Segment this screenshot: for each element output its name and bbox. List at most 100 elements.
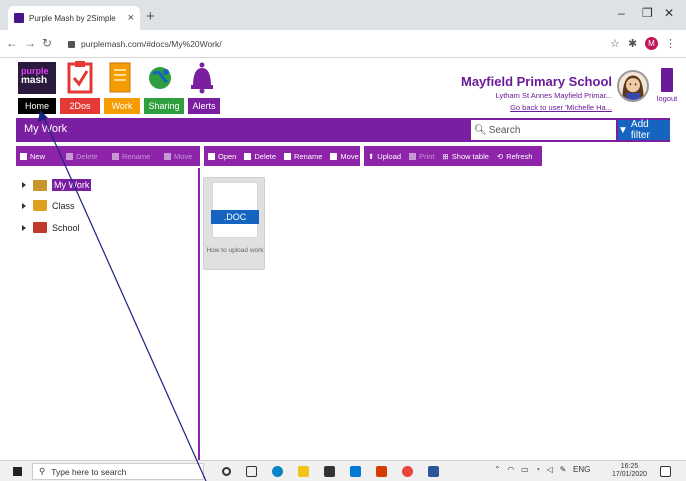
- class-folder-icon: [33, 200, 47, 211]
- back-to-user-link[interactable]: Go back to user 'Michelle Ha...: [461, 103, 612, 112]
- restore-icon[interactable]: ❐: [642, 6, 653, 20]
- nav-alerts-tab[interactable]: Alerts: [188, 98, 220, 114]
- expand-arrow-icon[interactable]: [22, 202, 26, 209]
- system-tray: ⌃ ◠ ▭ ◔ ◁ ✎ ENG: [494, 465, 590, 474]
- notifications-icon[interactable]: [660, 466, 671, 477]
- rename-file-label: Rename: [294, 151, 323, 161]
- file-actions-group: Open Delete Rename Move: [204, 146, 360, 166]
- upload-button[interactable]: ⬆ Upload: [364, 146, 405, 166]
- lock-icon: [68, 40, 75, 48]
- url-text: purplemash.com/#docs/My%20Work/: [81, 39, 222, 49]
- file-tile[interactable]: .DOC How to upload work: [203, 177, 265, 270]
- delete-file-button[interactable]: Delete: [240, 146, 280, 166]
- new-folder-icon: [20, 152, 27, 160]
- browser-tab-title: Purple Mash by 2Simple: [29, 13, 116, 23]
- task-view-icon[interactable]: [246, 466, 257, 477]
- word-icon[interactable]: [428, 466, 439, 477]
- tree-item-school[interactable]: School: [22, 222, 80, 233]
- mail-icon[interactable]: [350, 466, 361, 477]
- browser-tabstrip: Purple Mash by 2Simple × + – ❐ ✕: [0, 0, 686, 30]
- file-explorer-icon[interactable]: [298, 466, 309, 477]
- windows-start-icon[interactable]: [13, 467, 22, 476]
- school-info: Mayfield Primary School Lytham St Annes …: [461, 74, 612, 112]
- logout-button[interactable]: logout: [652, 68, 682, 103]
- doc-type-badge: .DOC: [211, 210, 259, 224]
- file-tools-group: ⬆ Upload Print ⊞ Show table ⟲ Refresh: [364, 146, 542, 166]
- tree-item-my-work[interactable]: My Work: [22, 179, 92, 191]
- minimize-icon[interactable]: –: [618, 6, 625, 20]
- address-bar[interactable]: purplemash.com/#docs/My%20Work/: [68, 35, 598, 53]
- show-table-button[interactable]: ⊞ Show table: [439, 146, 493, 166]
- edge-browser-icon[interactable]: [272, 466, 283, 477]
- move-file-label: Move: [340, 151, 359, 161]
- logout-label: logout: [656, 94, 678, 103]
- move-file-button[interactable]: Move: [326, 146, 362, 166]
- move-folder-button[interactable]: Move: [160, 146, 200, 166]
- open-label: Open: [218, 151, 237, 161]
- office-icon[interactable]: [376, 466, 387, 477]
- move-icon: [330, 152, 338, 160]
- print-button[interactable]: Print: [405, 146, 438, 166]
- document-icon: [208, 152, 215, 160]
- user-avatar[interactable]: [617, 70, 649, 102]
- folder-toolbar: New Delete Rename Move: [16, 146, 200, 166]
- search-input[interactable]: 🔍︎ Search: [471, 120, 616, 140]
- work-notebook-icon[interactable]: [106, 60, 134, 94]
- sharing-globe-icon[interactable]: [146, 60, 174, 94]
- alerts-bell-icon[interactable]: [188, 60, 216, 94]
- table-grid-icon: ⊞: [442, 151, 449, 161]
- taskbar-clock[interactable]: 16:25 17/01/2020: [612, 463, 647, 479]
- school-subtitle: Lytham St Annes Mayfield Primar...: [495, 91, 612, 100]
- new-label: New: [30, 151, 46, 161]
- user-face-icon: [622, 75, 644, 100]
- volume-icon[interactable]: ◁: [547, 465, 553, 474]
- rename-label: Rename: [122, 151, 151, 161]
- delete-folder-button[interactable]: Delete: [62, 146, 108, 166]
- cortana-icon[interactable]: [222, 467, 231, 476]
- add-filter-button[interactable]: ▼ Add filter: [618, 119, 670, 141]
- back-arrow-icon[interactable]: ←: [6, 36, 18, 50]
- nav-work-tab[interactable]: Work: [104, 98, 140, 114]
- nav-sharing-label: Sharing: [148, 101, 180, 111]
- search-icon: 🔍︎: [474, 124, 487, 136]
- close-tab-icon[interactable]: ×: [128, 12, 134, 24]
- show-hidden-icons-icon[interactable]: ⌃: [494, 465, 501, 474]
- new-tab-button[interactable]: +: [146, 8, 155, 25]
- pen-icon[interactable]: ✎: [560, 465, 567, 474]
- purple-mash-logo[interactable]: purple mash: [18, 62, 56, 94]
- rename-folder-button[interactable]: Rename: [108, 146, 160, 166]
- forward-arrow-icon[interactable]: →: [24, 36, 36, 50]
- nav-2dos-tab[interactable]: 2Dos: [60, 98, 100, 114]
- nav-home-label: Home: [24, 101, 49, 111]
- pencil-icon: [112, 152, 119, 160]
- nav-home-tab[interactable]: Home: [18, 98, 56, 114]
- bookmark-star-icon[interactable]: ☆: [610, 37, 620, 50]
- wifi-icon[interactable]: ◔: [535, 465, 540, 474]
- browser-tab[interactable]: Purple Mash by 2Simple ×: [8, 6, 140, 30]
- open-file-button[interactable]: Open: [204, 146, 240, 166]
- clock-date: 17/01/2020: [612, 471, 648, 478]
- 2dos-clipboard-icon[interactable]: [66, 60, 94, 94]
- network-icon[interactable]: ◠: [507, 465, 514, 474]
- new-folder-button[interactable]: New: [16, 146, 62, 166]
- taskbar-search-input[interactable]: ⚲ Type here to search: [32, 463, 204, 480]
- rename-file-button[interactable]: Rename: [280, 146, 326, 166]
- store-icon[interactable]: [324, 466, 335, 477]
- extensions-icon[interactable]: ✱: [628, 37, 637, 50]
- taskbar-search-placeholder: Type here to search: [51, 466, 127, 477]
- language-indicator[interactable]: ENG: [573, 465, 590, 474]
- nav-sharing-tab[interactable]: Sharing: [144, 98, 184, 114]
- purple-mash-header: purple mash Home 2Dos Work Sharing Alert…: [16, 58, 686, 116]
- browser-menu-icon[interactable]: ⋮: [665, 37, 676, 50]
- close-window-icon[interactable]: ✕: [664, 6, 674, 20]
- reload-icon[interactable]: ↻: [42, 36, 52, 50]
- expand-arrow-icon[interactable]: [22, 224, 26, 231]
- battery-icon[interactable]: ▭: [521, 465, 529, 474]
- profile-avatar[interactable]: M: [645, 37, 658, 50]
- trash-icon: [244, 152, 252, 160]
- chrome-icon[interactable]: [402, 466, 413, 477]
- refresh-button[interactable]: ⟲ Refresh: [493, 146, 537, 166]
- tree-item-class[interactable]: Class: [22, 200, 75, 211]
- show-table-label: Show table: [451, 151, 489, 161]
- expand-arrow-icon[interactable]: [22, 182, 26, 188]
